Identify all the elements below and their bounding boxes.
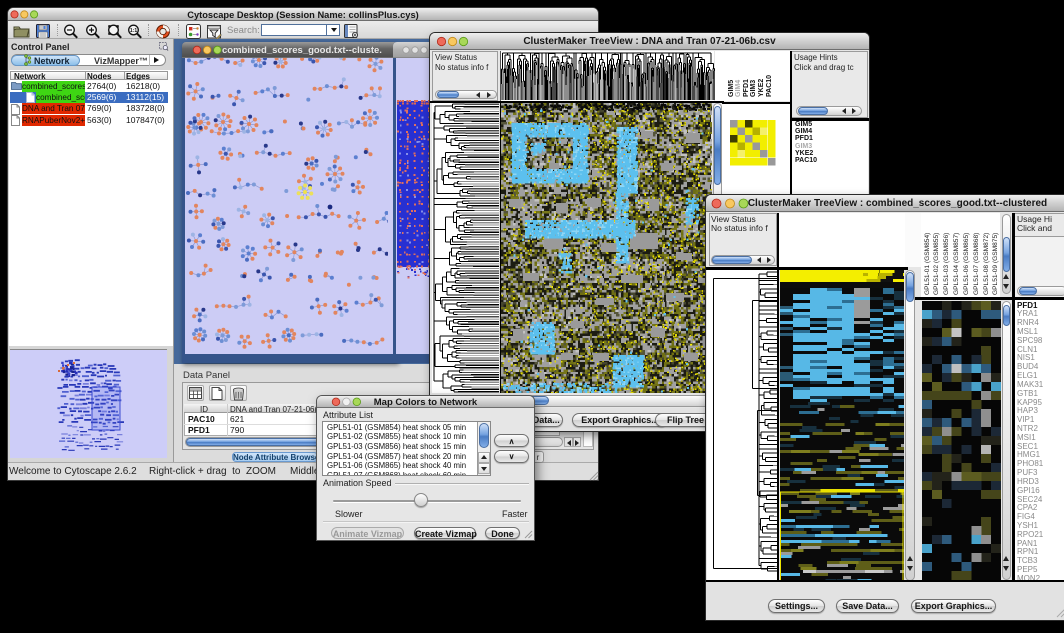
svg-text:1:1: 1:1 [130,28,137,34]
